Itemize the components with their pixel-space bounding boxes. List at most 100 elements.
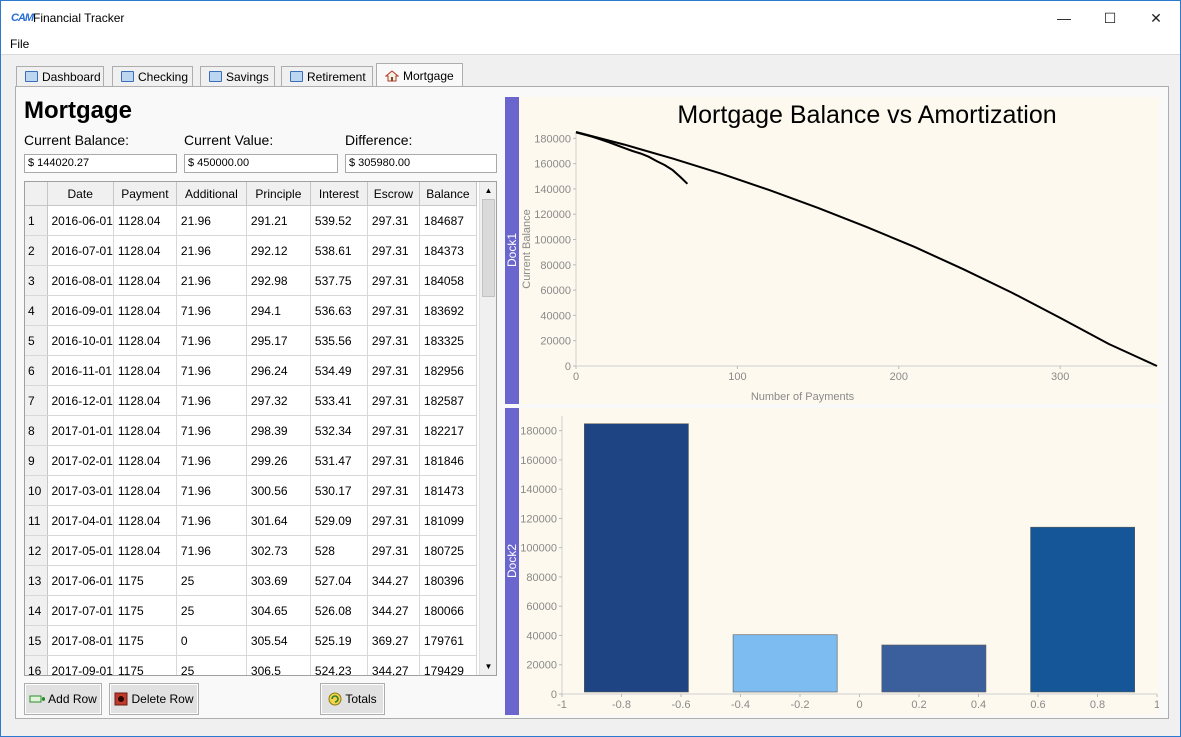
current-value-field[interactable]: $ 450000.00	[184, 154, 338, 173]
cell-balance[interactable]: 179429	[419, 655, 477, 675]
row-header[interactable]: 10	[25, 475, 48, 506]
table-row[interactable]: 16 2017-09-01 1175 25 306.5 524.23 344.27 17942…	[25, 655, 477, 675]
cell-balance[interactable]: 181099	[419, 505, 477, 536]
table-row[interactable]: 7 2016-12-01 1128.04 71.96 297.32 533.41 297.3…	[25, 385, 477, 416]
cell-escrow[interactable]: 297.31	[367, 295, 420, 326]
cell-principle[interactable]: 305.54	[246, 625, 311, 656]
cell-date[interactable]: 2017-08-01	[47, 625, 114, 656]
cell-balance[interactable]: 180725	[419, 535, 477, 566]
cell-principle[interactable]: 304.65	[246, 595, 311, 626]
cell-interest[interactable]: 535.56	[310, 325, 368, 356]
cell-date[interactable]: 2017-05-01	[47, 535, 114, 566]
table-row[interactable]: 2 2016-07-01 1128.04 21.96 292.12 538.61 297.3…	[25, 235, 477, 266]
cell-additional[interactable]: 71.96	[176, 355, 247, 386]
menu-file[interactable]: File	[10, 37, 29, 51]
cell-principle[interactable]: 301.64	[246, 505, 311, 536]
cell-balance[interactable]: 181473	[419, 475, 477, 506]
cell-balance[interactable]: 182956	[419, 355, 477, 386]
cell-payment[interactable]: 1175	[113, 625, 177, 656]
scrollbar-thumb[interactable]	[482, 199, 495, 297]
cell-principle[interactable]: 302.73	[246, 535, 311, 566]
table-row[interactable]: 10 2017-03-01 1128.04 71.96 300.56 530.17 297.…	[25, 475, 477, 506]
cell-payment[interactable]: 1175	[113, 655, 177, 675]
cell-additional[interactable]: 25	[176, 565, 247, 596]
cell-principle[interactable]: 292.98	[246, 265, 311, 296]
cell-date[interactable]: 2017-06-01	[47, 565, 114, 596]
cell-payment[interactable]: 1128.04	[113, 235, 177, 266]
cell-date[interactable]: 2016-08-01	[47, 265, 114, 296]
column-header-additional[interactable]: Additional	[176, 182, 247, 206]
cell-interest[interactable]: 528	[310, 535, 368, 566]
row-header[interactable]: 16	[25, 655, 48, 675]
scroll-down-icon[interactable]: ▼	[480, 658, 496, 675]
difference-field[interactable]: $ 305980.00	[345, 154, 497, 173]
cell-balance[interactable]: 183692	[419, 295, 477, 326]
cell-principle[interactable]: 306.5	[246, 655, 311, 675]
cell-additional[interactable]: 21.96	[176, 265, 247, 296]
cell-balance[interactable]: 182217	[419, 415, 477, 446]
cell-payment[interactable]: 1128.04	[113, 385, 177, 416]
cell-additional[interactable]: 71.96	[176, 445, 247, 476]
cell-additional[interactable]: 21.96	[176, 205, 247, 236]
cell-principle[interactable]: 291.21	[246, 205, 311, 236]
cell-additional[interactable]: 21.96	[176, 235, 247, 266]
table-row[interactable]: 13 2017-06-01 1175 25 303.69 527.04 344.27 1803…	[25, 565, 477, 596]
cell-date[interactable]: 2017-04-01	[47, 505, 114, 536]
cell-additional[interactable]: 0	[176, 625, 247, 656]
cell-date[interactable]: 2016-10-01	[47, 325, 114, 356]
cell-balance[interactable]: 182587	[419, 385, 477, 416]
tab-dashboard[interactable]: Dashboard	[16, 66, 104, 86]
scroll-up-icon[interactable]: ▲	[480, 182, 496, 199]
tab-mortgage[interactable]: Mortgage	[376, 63, 463, 87]
row-header[interactable]: 11	[25, 505, 48, 536]
cell-additional[interactable]: 71.96	[176, 295, 247, 326]
cell-principle[interactable]: 299.26	[246, 445, 311, 476]
cell-date[interactable]: 2016-12-01	[47, 385, 114, 416]
cell-escrow[interactable]: 297.31	[367, 325, 420, 356]
add-row-button[interactable]: Add Row	[24, 683, 102, 715]
cell-balance[interactable]: 181846	[419, 445, 477, 476]
row-header[interactable]: 8	[25, 415, 48, 446]
cell-interest[interactable]: 532.34	[310, 415, 368, 446]
cell-interest[interactable]: 533.41	[310, 385, 368, 416]
cell-date[interactable]: 2017-01-01	[47, 415, 114, 446]
cell-date[interactable]: 2017-07-01	[47, 595, 114, 626]
table-row[interactable]: 12 2017-05-01 1128.04 71.96 302.73 528 297.31 1…	[25, 535, 477, 566]
cell-payment[interactable]: 1128.04	[113, 355, 177, 386]
cell-principle[interactable]: 303.69	[246, 565, 311, 596]
cell-interest[interactable]: 531.47	[310, 445, 368, 476]
totals-button[interactable]: Totals	[320, 683, 385, 715]
row-header[interactable]: 15	[25, 625, 48, 656]
column-header-date[interactable]: Date	[47, 182, 114, 206]
cell-additional[interactable]: 71.96	[176, 535, 247, 566]
cell-escrow[interactable]: 297.31	[367, 235, 420, 266]
cell-additional[interactable]: 71.96	[176, 385, 247, 416]
cell-additional[interactable]: 71.96	[176, 325, 247, 356]
row-header[interactable]: 12	[25, 535, 48, 566]
cell-escrow[interactable]: 297.31	[367, 445, 420, 476]
column-header-payment[interactable]: Payment	[113, 182, 177, 206]
column-header-principle[interactable]: Principle	[246, 182, 311, 206]
tab-retirement[interactable]: Retirement	[281, 66, 373, 86]
cell-interest[interactable]: 529.09	[310, 505, 368, 536]
cell-balance[interactable]: 184058	[419, 265, 477, 296]
cell-escrow[interactable]: 297.31	[367, 385, 420, 416]
cell-escrow[interactable]: 344.27	[367, 595, 420, 626]
cell-interest[interactable]: 525.19	[310, 625, 368, 656]
row-header[interactable]: 7	[25, 385, 48, 416]
cell-balance[interactable]: 180066	[419, 595, 477, 626]
column-header-interest[interactable]: Interest	[310, 182, 368, 206]
row-header[interactable]: 3	[25, 265, 48, 296]
dock2-handle[interactable]: Dock2	[505, 408, 519, 715]
cell-balance[interactable]: 179761	[419, 625, 477, 656]
minimize-button[interactable]: —	[1041, 1, 1087, 35]
cell-additional[interactable]: 25	[176, 595, 247, 626]
row-header[interactable]: 5	[25, 325, 48, 356]
cell-payment[interactable]: 1175	[113, 595, 177, 626]
cell-escrow[interactable]: 297.31	[367, 205, 420, 236]
corner-cell[interactable]	[25, 182, 48, 206]
cell-balance[interactable]: 180396	[419, 565, 477, 596]
cell-interest[interactable]: 539.52	[310, 205, 368, 236]
table-row[interactable]: 6 2016-11-01 1128.04 71.96 296.24 534.49 297.3…	[25, 355, 477, 386]
row-header[interactable]: 6	[25, 355, 48, 386]
